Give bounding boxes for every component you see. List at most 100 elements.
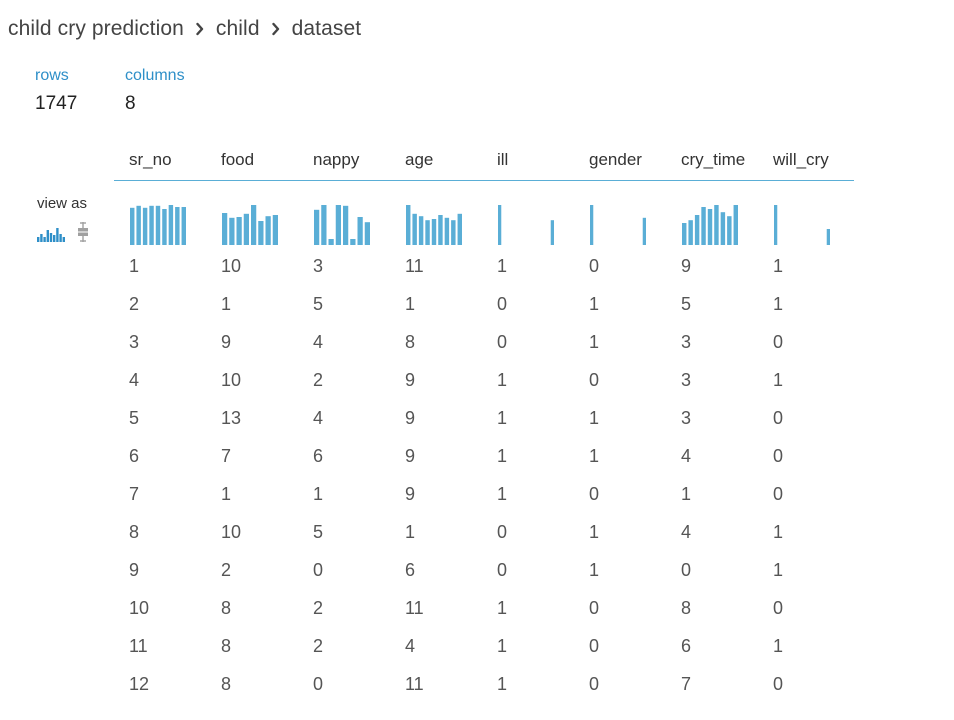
boxplot-icon[interactable] [77, 222, 89, 247]
table-cell: 9 [405, 446, 416, 466]
histogram-bar [444, 217, 450, 245]
histogram-bar [181, 207, 186, 245]
column-histogram[interactable] [482, 181, 574, 247]
histogram-chart [774, 205, 830, 245]
histogram-bar [457, 213, 462, 245]
column-header[interactable]: will_cry [758, 142, 850, 180]
table-cell: 7 [681, 674, 692, 694]
column-histogram[interactable] [298, 181, 390, 247]
table-cell: 1 [497, 446, 508, 466]
column-histogram[interactable] [758, 181, 850, 247]
table-cell: 1 [589, 522, 600, 542]
histogram-bar [168, 205, 174, 245]
table-cell: 1 [773, 294, 784, 314]
column-histogram[interactable] [114, 181, 206, 247]
histogram-chart [406, 205, 462, 245]
table-cell: 9 [405, 370, 416, 390]
histogram-bar [412, 213, 417, 245]
table-row: 6 7 6 9 1 1 4 0 [114, 437, 854, 475]
table-cell: 1 [773, 256, 784, 276]
table-cell: 1 [773, 370, 784, 390]
histogram-bar [314, 209, 320, 245]
table-row: 9 2 0 6 0 1 0 1 [114, 551, 854, 589]
histogram-bar [733, 205, 738, 245]
histogram-chart [222, 205, 278, 245]
table-cell: 0 [313, 674, 324, 694]
columns-value: 8 [125, 93, 136, 114]
table-cell: 10 [129, 598, 150, 618]
column-header[interactable]: ill [482, 142, 574, 180]
table-cell: 1 [589, 332, 600, 352]
table-cell: 10 [221, 370, 242, 390]
column-header[interactable]: sr_no [114, 142, 206, 180]
table-cell: 4 [681, 522, 692, 542]
table-cell: 0 [497, 332, 508, 352]
table-cell: 1 [497, 636, 508, 656]
table-cell: 0 [589, 484, 600, 504]
histogram-bar [826, 229, 830, 245]
column-histogram[interactable] [206, 181, 298, 247]
table-cell: 3 [681, 370, 692, 390]
table-cell: 9 [405, 408, 416, 428]
table-cell: 1 [129, 256, 140, 276]
table-cell: 10 [221, 522, 242, 542]
column-header[interactable]: food [206, 142, 298, 180]
table-cell: 1 [405, 294, 416, 314]
table-cell: 9 [681, 256, 692, 276]
histogram-bar [438, 215, 443, 245]
column-header[interactable]: age [390, 142, 482, 180]
table-cell: 5 [313, 294, 324, 314]
table-cell: 5 [129, 408, 140, 428]
table-cell: 0 [589, 256, 600, 276]
table-cell: 2 [313, 370, 324, 390]
table-cell: 1 [221, 484, 232, 504]
table-cell: 0 [497, 522, 508, 542]
histogram-bar [720, 212, 726, 245]
table-cell: 7 [221, 446, 232, 466]
table-cell: 1 [497, 598, 508, 618]
table-cell: 3 [313, 256, 324, 276]
table-cell: 0 [773, 408, 784, 428]
table-cell: 0 [497, 560, 508, 580]
table-row: 11 8 2 4 1 0 6 1 [114, 627, 854, 665]
table-cell: 0 [313, 560, 324, 580]
table-cell: 0 [773, 446, 784, 466]
histogram-bar [155, 205, 161, 245]
table-cell: 1 [589, 294, 600, 314]
table-cell: 1 [221, 294, 232, 314]
dataset-stats: rows 1747 columns 8 [35, 66, 185, 115]
table-cell: 2 [221, 560, 232, 580]
column-histogram[interactable] [390, 181, 482, 247]
column-header[interactable]: gender [574, 142, 666, 180]
histogram-chart [130, 205, 186, 245]
histogram-bar [590, 205, 594, 245]
table-cell: 2 [313, 598, 324, 618]
table-row: 8 10 5 1 0 1 4 1 [114, 513, 854, 551]
table-cell: 4 [313, 332, 324, 352]
table-cell: 1 [497, 370, 508, 390]
histogram-bar [357, 217, 363, 245]
table-cell: 5 [313, 522, 324, 542]
histogram-icon[interactable] [37, 226, 65, 247]
breadcrumb-item-experiment[interactable]: child cry prediction [8, 17, 184, 41]
histogram-bar [142, 207, 148, 245]
breadcrumb-item-module[interactable]: child [216, 17, 260, 41]
column-header[interactable]: nappy [298, 142, 390, 180]
chevron-right-icon [196, 22, 204, 36]
column-header[interactable]: cry_time [666, 142, 758, 180]
table-cell: 1 [497, 674, 508, 694]
table-cell: 1 [313, 484, 324, 504]
table-cell: 1 [589, 408, 600, 428]
table-cell: 0 [589, 598, 600, 618]
dataset-table: sr_no food nappy age ill gender cry_time… [114, 142, 854, 703]
table-cell: 13 [221, 408, 242, 428]
table-row: 1 10 3 11 1 0 9 1 [114, 247, 854, 285]
column-histogram[interactable] [666, 181, 758, 247]
histogram-bar [451, 220, 456, 245]
column-histogram[interactable] [574, 181, 666, 247]
table-cell: 1 [497, 256, 508, 276]
table-row: 2 1 5 1 0 1 5 1 [114, 285, 854, 323]
table-cell: 6 [129, 446, 140, 466]
rows-label: rows [35, 67, 69, 84]
table-cell: 1 [589, 446, 600, 466]
